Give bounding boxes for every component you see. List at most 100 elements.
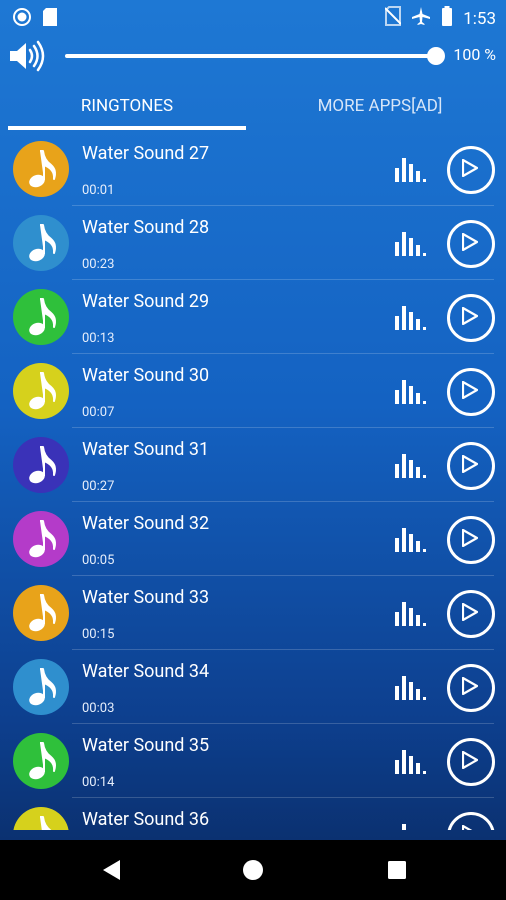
- home-icon[interactable]: [242, 858, 264, 886]
- music-note-icon: [29, 742, 56, 780]
- ringtone-duration: 00:15: [82, 627, 115, 642]
- ringtone-duration: 00:05: [82, 553, 115, 568]
- equalizer-icon[interactable]: [395, 232, 427, 260]
- tab-more-apps[interactable]: MORE APPS[AD]: [260, 82, 500, 130]
- list-item[interactable]: Water Sound 30 00:07: [10, 354, 495, 428]
- equalizer-icon[interactable]: [395, 676, 427, 704]
- ringtone-title: Water Sound 32: [82, 513, 210, 534]
- ringtone-avatar: [13, 437, 69, 493]
- ringtone-avatar: [13, 141, 69, 197]
- play-icon: [462, 751, 478, 769]
- circle-notification-icon: [12, 7, 32, 31]
- list-item[interactable]: Water Sound 33 00:15: [10, 576, 495, 650]
- equalizer-icon[interactable]: [395, 380, 427, 408]
- ringtone-duration: 00:23: [82, 257, 115, 272]
- play-button[interactable]: [447, 516, 495, 564]
- ringtone-duration: 00:03: [82, 701, 115, 716]
- ringtone-duration: 00:07: [82, 405, 115, 420]
- equalizer-icon[interactable]: [395, 158, 427, 186]
- ringtone-duration: 00:14: [82, 775, 115, 790]
- music-note-icon: [29, 150, 56, 188]
- recents-icon[interactable]: [386, 858, 408, 886]
- play-button[interactable]: [447, 664, 495, 712]
- ringtone-avatar: [13, 363, 69, 419]
- airplane-icon: [411, 6, 431, 31]
- equalizer-icon[interactable]: [395, 306, 427, 334]
- volume-control: 100 %: [0, 34, 506, 78]
- list-item[interactable]: Water Sound 34 00:03: [10, 650, 495, 724]
- ringtone-avatar: [13, 511, 69, 567]
- navigation-bar: [0, 840, 506, 900]
- music-note-icon: [29, 594, 56, 632]
- status-time: 1:53: [463, 8, 496, 29]
- ringtone-avatar: [13, 289, 69, 345]
- play-icon: [462, 233, 478, 251]
- ringtone-avatar: [13, 659, 69, 715]
- ringtone-duration: 00:01: [82, 183, 115, 198]
- equalizer-icon[interactable]: [395, 824, 427, 830]
- ringtone-list[interactable]: Water Sound 27 00:01 Water Sound 28 00:2…: [0, 132, 506, 830]
- play-button[interactable]: [447, 812, 495, 830]
- play-button[interactable]: [447, 220, 495, 268]
- equalizer-icon[interactable]: [395, 528, 427, 556]
- status-bar: 1:53: [0, 0, 506, 34]
- ringtone-avatar: [13, 733, 69, 789]
- play-button[interactable]: [447, 590, 495, 638]
- music-note-icon: [29, 668, 56, 706]
- music-note-icon: [40, 816, 52, 830]
- tab-bar: RINGTONES MORE APPS[AD]: [0, 82, 506, 130]
- ringtone-title: Water Sound 33: [82, 587, 210, 608]
- ringtone-title: Water Sound 29: [82, 291, 210, 312]
- battery-icon: [441, 6, 453, 31]
- play-icon: [462, 677, 478, 695]
- play-icon: [462, 603, 478, 621]
- no-sim-icon: [384, 6, 402, 31]
- ringtone-title: Water Sound 30: [82, 365, 210, 386]
- ringtone-avatar: [13, 807, 69, 830]
- ringtone-title: Water Sound 35: [82, 735, 210, 756]
- tab-ringtones[interactable]: RINGTONES: [8, 82, 246, 130]
- list-item[interactable]: Water Sound 31 00:27: [10, 428, 495, 502]
- volume-slider-track[interactable]: [65, 54, 437, 58]
- play-icon: [462, 159, 478, 177]
- music-note-icon: [29, 446, 56, 484]
- list-item[interactable]: Water Sound 32 00:05: [10, 502, 495, 576]
- play-button[interactable]: [447, 442, 495, 490]
- play-icon: [462, 825, 473, 830]
- ringtone-avatar: [13, 215, 69, 271]
- list-item[interactable]: Water Sound 28 00:23: [10, 206, 495, 280]
- ringtone-duration: 00:13: [82, 331, 115, 346]
- play-icon: [462, 455, 478, 473]
- play-icon: [462, 307, 478, 325]
- ringtone-avatar: [13, 585, 69, 641]
- ringtone-duration: 00:27: [82, 479, 115, 494]
- list-item[interactable]: Water Sound 27 00:01: [10, 132, 495, 206]
- speaker-icon[interactable]: [8, 40, 46, 76]
- music-note-icon: [29, 224, 56, 262]
- play-button[interactable]: [447, 368, 495, 416]
- play-button[interactable]: [447, 146, 495, 194]
- music-note-icon: [29, 520, 56, 558]
- equalizer-icon[interactable]: [395, 602, 427, 630]
- play-button[interactable]: [447, 294, 495, 342]
- ringtone-title: Water Sound 27: [82, 143, 210, 164]
- music-note-icon: [29, 298, 56, 336]
- equalizer-icon[interactable]: [395, 454, 427, 482]
- equalizer-icon[interactable]: [395, 750, 427, 778]
- list-item[interactable]: Water Sound 36: [10, 798, 495, 830]
- play-icon: [462, 381, 478, 399]
- play-button[interactable]: [447, 738, 495, 786]
- ringtone-title: Water Sound 34: [82, 661, 210, 682]
- music-note-icon: [29, 372, 56, 410]
- ringtone-title: Water Sound 31: [82, 439, 210, 460]
- play-icon: [462, 529, 478, 547]
- volume-percent: 100 %: [453, 45, 496, 64]
- ringtone-title: Water Sound 28: [82, 217, 210, 238]
- volume-slider-thumb[interactable]: [427, 47, 445, 65]
- tab-indicator: [8, 126, 246, 130]
- list-item[interactable]: Water Sound 29 00:13: [10, 280, 495, 354]
- sd-card-icon: [42, 7, 58, 31]
- back-icon[interactable]: [100, 858, 122, 886]
- list-item[interactable]: Water Sound 35 00:14: [10, 724, 495, 798]
- ringtone-title: Water Sound 36: [82, 809, 210, 830]
